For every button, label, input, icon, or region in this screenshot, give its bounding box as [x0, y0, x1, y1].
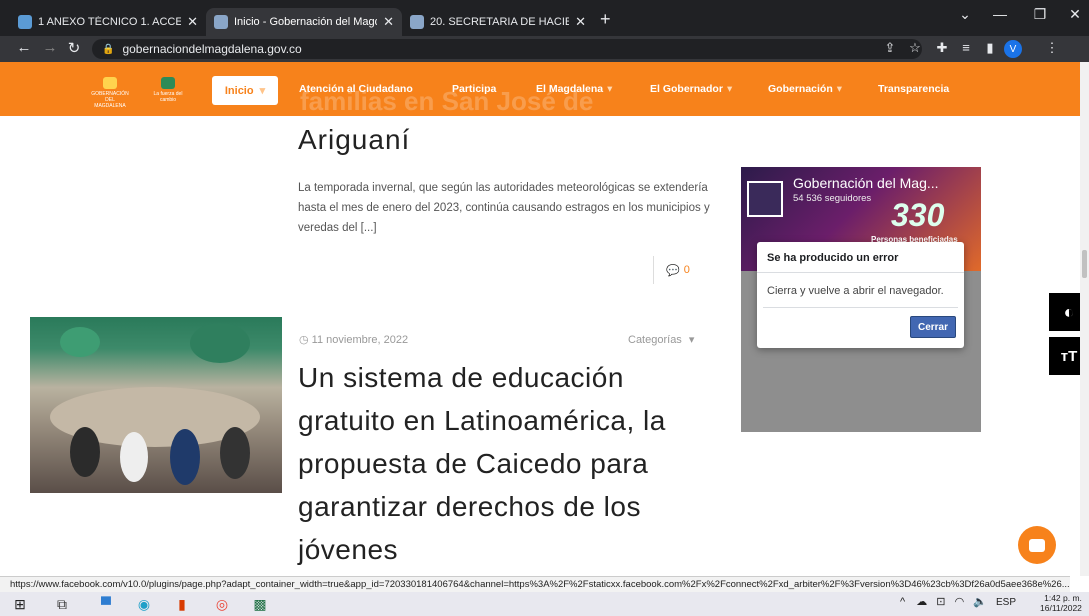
site-favicon-icon: [214, 15, 228, 29]
lock-icon: 🔒: [102, 43, 115, 55]
nav-participa[interactable]: Participa: [452, 83, 496, 95]
site-favicon-icon: [410, 15, 424, 29]
comment-count[interactable]: 💬 0: [653, 256, 690, 284]
divider: [757, 272, 964, 273]
network-icon[interactable]: ⊡: [936, 596, 945, 608]
chevron-down-icon: ▾: [259, 85, 266, 97]
side-panel-icon[interactable]: ▮: [980, 40, 1000, 56]
reload-icon[interactable]: ↻: [64, 39, 84, 57]
url-text: gobernaciondelmagdalena.gov.co: [122, 42, 302, 56]
forward-icon[interactable]: →: [40, 39, 60, 56]
browser-tab-3[interactable]: 20. SECRETARIA DE HACIENDA - ✕: [402, 8, 594, 36]
article-title[interactable]: Un sistema de educación gratuito en Lati…: [298, 356, 718, 571]
nav-el-magdalena[interactable]: El Magdalena ▾: [536, 83, 612, 95]
edge-icon[interactable]: ◉: [134, 595, 154, 613]
site-navbar: familias en San José de GOBERNACIÓN DEL …: [0, 62, 1089, 116]
menu-kebab-icon[interactable]: ⋮: [1042, 40, 1062, 56]
facebook-page-name[interactable]: Gobernación del Mag...: [793, 175, 939, 191]
tab-search-icon[interactable]: ⌄: [950, 6, 980, 23]
facebook-page-logo[interactable]: [747, 181, 783, 217]
clock-icon: ◷: [299, 334, 309, 346]
volume-icon[interactable]: 🔈: [973, 596, 987, 608]
chrome-icon[interactable]: ◎: [212, 595, 232, 613]
close-window-icon[interactable]: ✕: [1060, 6, 1089, 23]
close-tab-icon[interactable]: ✕: [383, 14, 394, 30]
chevron-down-icon: ▾: [836, 83, 843, 95]
file-explorer-icon[interactable]: ▀: [96, 595, 116, 613]
profile-avatar[interactable]: V: [1004, 40, 1022, 58]
taskbar-clock[interactable]: 1:42 p. m. 16/11/2022: [1040, 593, 1082, 613]
close-tab-icon[interactable]: ✕: [575, 14, 586, 30]
task-view-icon[interactable]: ⧉: [52, 595, 72, 613]
page-content: Ariguaní La temporada invernal, que segú…: [0, 116, 1089, 576]
gobernacion-logo[interactable]: GOBERNACIÓN DEL MAGDALENA: [90, 77, 130, 109]
comment-icon: 💬: [666, 264, 680, 277]
system-tray[interactable]: ^ ☁ ⊡ ◠ 🔈 ESP: [900, 595, 1016, 608]
article-date: ◷ 11 noviembre, 2022: [299, 334, 409, 346]
error-dialog: Se ha producido un error Cierra y vuelve…: [757, 242, 964, 348]
nav-gobernacion[interactable]: Gobernación ▾: [768, 83, 842, 95]
new-tab-button[interactable]: +: [600, 9, 611, 30]
facebook-followers: 54 536 seguidores: [793, 193, 872, 204]
wifi-icon[interactable]: ◠: [955, 596, 965, 608]
cover-number: 330: [891, 197, 945, 233]
chevron-down-icon: ▾: [607, 83, 613, 95]
share-icon[interactable]: ⇪: [880, 40, 900, 56]
address-bar[interactable]: 🔒 gobernaciondelmagdalena.gov.co: [92, 39, 922, 59]
error-dialog-message: Cierra y vuelve a abrir el navegador.: [767, 285, 944, 297]
office-icon[interactable]: ▮: [172, 595, 192, 613]
browser-tab-1[interactable]: 1 ANEXO TÉCNICO 1. ACCESIBILI ✕: [10, 8, 206, 36]
article-excerpt: La temporada invernal, que según las aut…: [298, 182, 710, 234]
chat-button[interactable]: [1018, 526, 1056, 564]
windows-start-icon[interactable]: ⊞: [10, 595, 30, 613]
nav-inicio[interactable]: Inicio ▾: [212, 76, 278, 105]
chat-bubble-icon: [1029, 538, 1045, 552]
excel-icon[interactable]: ▩: [250, 595, 270, 613]
article-title[interactable]: Ariguaní: [298, 124, 410, 156]
language-indicator[interactable]: ESP: [996, 597, 1016, 608]
document-icon: [18, 15, 32, 29]
divider: [763, 307, 958, 308]
chevron-up-icon[interactable]: ^: [900, 596, 905, 608]
nav-atencion-ciudadano[interactable]: Atención al Ciudadano: [299, 83, 413, 95]
windows-taskbar: ⊞ ⧉ ▀ ◉ ▮ ◎ ▩ ^ ☁ ⊡ ◠ 🔈 ESP 1:42 p. m. 1…: [0, 592, 1089, 616]
coat-of-arms-icon: [103, 77, 117, 89]
close-tab-icon[interactable]: ✕: [187, 14, 198, 30]
nav-el-gobernador[interactable]: El Gobernador ▾: [650, 83, 732, 95]
bookmark-star-icon[interactable]: ☆: [905, 40, 925, 56]
nav-transparencia[interactable]: Transparencia: [878, 83, 949, 95]
scrollbar-thumb[interactable]: [1082, 250, 1087, 278]
campaign-logo-icon: [161, 77, 175, 89]
onedrive-icon[interactable]: ☁: [916, 596, 927, 608]
error-dialog-title: Se ha producido un error: [767, 252, 899, 264]
close-dialog-button[interactable]: Cerrar: [910, 316, 956, 338]
categories-dropdown[interactable]: Categorías ▾: [628, 333, 694, 346]
status-bar-url: https://www.facebook.com/v10.0/plugins/p…: [0, 576, 1070, 592]
chevron-down-icon: ▾: [726, 83, 733, 95]
browser-tab-2[interactable]: Inicio - Gobernación del Magdale ✕: [206, 8, 402, 36]
fuerza-del-cambio-logo[interactable]: La fuerza del cambio: [148, 77, 188, 103]
chevron-down-icon: ▾: [688, 334, 695, 346]
restore-icon[interactable]: ❐: [1025, 6, 1055, 23]
page-scrollbar[interactable]: [1080, 62, 1089, 576]
reading-list-icon[interactable]: ≡: [956, 40, 976, 55]
article-image[interactable]: [30, 317, 282, 493]
back-icon[interactable]: ←: [14, 39, 34, 56]
minimize-icon[interactable]: —: [985, 6, 1015, 22]
browser-tab-strip: 1 ANEXO TÉCNICO 1. ACCESIBILI ✕ Inicio -…: [0, 0, 1089, 36]
browser-toolbar: ← → ↻ 🔒 gobernaciondelmagdalena.gov.co ⇪…: [0, 36, 1089, 62]
extensions-icon[interactable]: ✚: [932, 40, 952, 56]
